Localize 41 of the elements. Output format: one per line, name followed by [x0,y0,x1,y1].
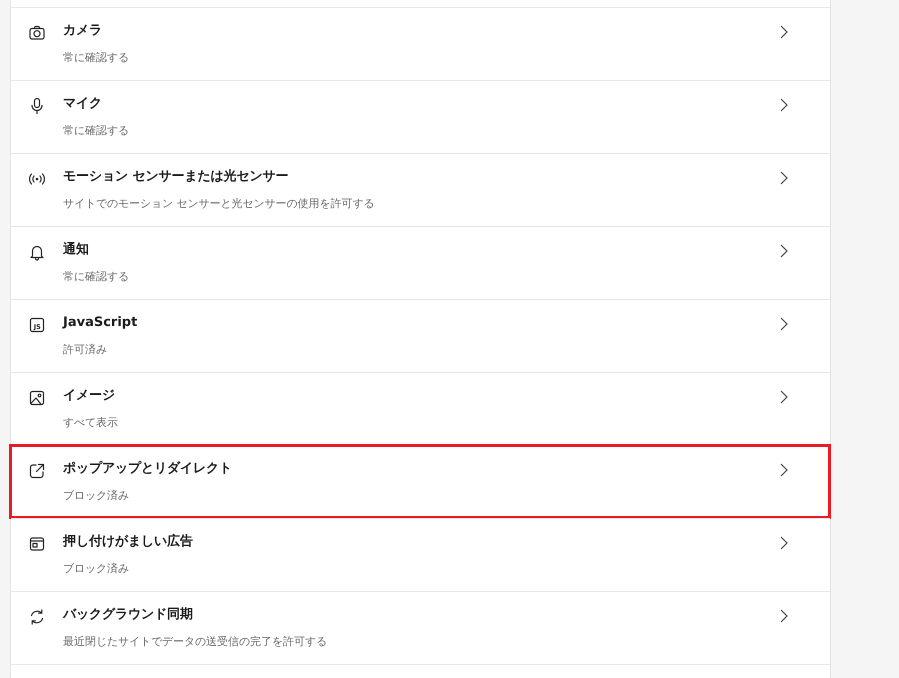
setting-title: イメージ [63,387,115,405]
chevron-right-icon [780,463,788,477]
setting-row[interactable]: 通知 常に確認する [11,226,830,299]
chevron-right-icon [780,536,788,550]
chevron-right-icon [780,25,788,39]
setting-title: 押し付けがましい広告 [63,533,193,551]
setting-status: 許可済み [63,342,107,358]
setting-title: カメラ [63,22,102,40]
camera-icon [28,24,46,42]
setting-status: すべて表示 [63,415,118,431]
chevron-right-icon [780,609,788,623]
chevron-right-icon [780,171,788,185]
window-icon [28,535,46,553]
external-link-icon [28,462,46,480]
setting-title: マイク [63,95,102,113]
setting-title: 通知 [63,241,89,259]
chevron-right-icon [780,98,788,112]
setting-row[interactable]: モーション センサーまたは光センサー サイトでのモーション センサーと光センサーの使用を許可する [11,153,830,226]
setting-title: バックグラウンド同期 [63,606,193,624]
setting-title: モーション センサーまたは光センサー [63,168,289,186]
chevron-right-icon [780,317,788,331]
setting-title: ポップアップとリダイレクト [63,460,232,478]
bell-icon [28,243,46,261]
setting-row[interactable]: マイク 常に確認する [11,80,830,153]
highlighted-setting-row[interactable]: ポップアップとリダイレクト ブロック済み [10,445,830,518]
setting-status: 常に確認する [63,50,129,66]
image-icon [28,389,46,407]
setting-status: サイトでのモーション センサーと光センサーの使用を許可する [63,196,374,212]
setting-row[interactable]: バックグラウンド同期 最近閉じたサイトでデータの送受信の完了を許可する [11,591,830,665]
chevron-right-icon [780,244,788,258]
setting-row[interactable]: 押し付けがましい広告 ブロック済み [11,518,830,591]
setting-title: JavaScript [63,314,138,332]
sync-icon [28,608,46,626]
setting-row[interactable]: イメージ すべて表示 [11,372,830,445]
setting-status: 常に確認する [63,123,129,139]
setting-status: ブロック済み [63,561,129,577]
setting-status: ブロック済み [63,488,129,504]
setting-status: 最近閉じたサイトでデータの送受信の完了を許可する [63,634,327,650]
chevron-right-icon [780,390,788,404]
setting-row[interactable]: カメラ 常に確認する [11,7,830,80]
setting-status: 常に確認する [63,269,129,285]
